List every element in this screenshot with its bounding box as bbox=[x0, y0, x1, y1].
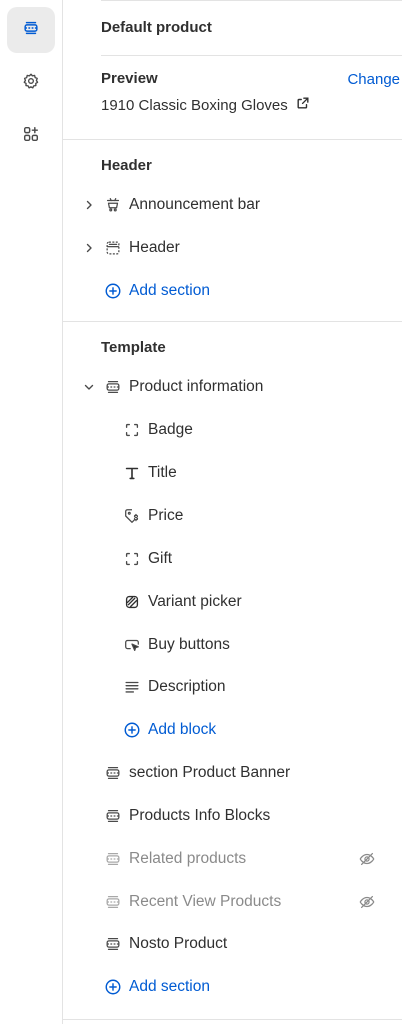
section-label: Related products bbox=[129, 850, 247, 867]
chevron-right-icon[interactable] bbox=[83, 199, 95, 211]
section-label: Products Info Blocks bbox=[129, 807, 271, 824]
icon-rail bbox=[0, 0, 63, 1024]
sections-icon bbox=[22, 19, 40, 42]
block-badge[interactable]: Badge bbox=[63, 410, 406, 450]
top-divider bbox=[101, 0, 402, 1]
variant-icon bbox=[123, 593, 141, 611]
header-section-icon bbox=[104, 239, 122, 257]
section-icon bbox=[104, 893, 122, 911]
sections-rail-button[interactable] bbox=[7, 7, 55, 53]
block-variant-picker[interactable]: Variant picker bbox=[63, 582, 406, 622]
section-icon bbox=[104, 764, 122, 782]
section-products-info-blocks[interactable]: Products Info Blocks bbox=[63, 796, 406, 836]
gear-icon bbox=[22, 72, 40, 95]
section-header[interactable]: Header bbox=[63, 228, 406, 268]
section-label: Header bbox=[129, 239, 180, 256]
chevron-down-icon[interactable] bbox=[83, 381, 95, 393]
plus-circle-icon bbox=[123, 721, 141, 739]
change-preview-link[interactable]: Change bbox=[347, 71, 400, 88]
section-label: Announcement bar bbox=[129, 196, 260, 213]
dashed-square-icon bbox=[123, 421, 141, 439]
block-label: Variant picker bbox=[148, 593, 242, 610]
divider bbox=[101, 55, 402, 56]
preview-label: Preview bbox=[101, 70, 158, 87]
template-group-title: Template bbox=[101, 339, 166, 356]
section-label: Product information bbox=[129, 378, 264, 395]
section-icon bbox=[104, 807, 122, 825]
section-recent-view-products[interactable]: Recent View Products bbox=[63, 882, 406, 922]
block-label: Badge bbox=[148, 421, 193, 438]
plus-circle-icon bbox=[104, 978, 122, 996]
eye-hidden-icon[interactable] bbox=[358, 893, 376, 911]
page-title: Default product bbox=[101, 19, 212, 36]
add-block-button[interactable]: Add block bbox=[63, 710, 406, 750]
divider bbox=[63, 321, 402, 322]
eye-hidden-icon[interactable] bbox=[358, 850, 376, 868]
add-section-label: Add section bbox=[129, 978, 210, 995]
apps-rail-button[interactable] bbox=[7, 113, 55, 159]
preview-product-name: 1910 Classic Boxing Gloves bbox=[101, 96, 288, 114]
add-block-label: Add block bbox=[148, 721, 217, 738]
add-section-template-button[interactable]: Add section bbox=[63, 967, 406, 1007]
add-section-header-button[interactable]: Add section bbox=[63, 271, 406, 311]
block-buy-buttons[interactable]: Buy buttons bbox=[63, 625, 406, 665]
header-group-title: Header bbox=[101, 157, 152, 174]
block-label: Gift bbox=[148, 550, 173, 567]
section-nosto-product[interactable]: Nosto Product bbox=[63, 924, 406, 964]
section-label: Recent View Products bbox=[129, 893, 282, 910]
chevron-right-icon[interactable] bbox=[83, 242, 95, 254]
text-title-icon bbox=[123, 464, 141, 482]
section-announcement-bar[interactable]: Announcement bar bbox=[63, 185, 406, 225]
external-link-icon[interactable] bbox=[296, 96, 310, 114]
section-product-banner[interactable]: section Product Banner bbox=[63, 753, 406, 793]
section-icon bbox=[104, 935, 122, 953]
block-label: Price bbox=[148, 507, 184, 524]
block-title[interactable]: Title bbox=[63, 453, 406, 493]
section-product-information[interactable]: Product information bbox=[63, 367, 406, 407]
section-related-products[interactable]: Related products bbox=[63, 839, 406, 879]
section-icon bbox=[104, 378, 122, 396]
section-icon bbox=[104, 850, 122, 868]
text-lines-icon bbox=[123, 678, 141, 696]
dashed-square-icon bbox=[123, 550, 141, 568]
block-label: Buy buttons bbox=[148, 636, 230, 653]
sections-panel: Default product Preview Change 1910 Clas… bbox=[63, 0, 406, 1024]
settings-rail-button[interactable] bbox=[7, 60, 55, 106]
block-label: Description bbox=[148, 678, 226, 695]
section-label: section Product Banner bbox=[129, 764, 291, 781]
announcement-icon bbox=[104, 196, 122, 214]
section-label: Nosto Product bbox=[129, 935, 228, 952]
block-price[interactable]: Price bbox=[63, 496, 406, 536]
price-tag-icon bbox=[123, 507, 141, 525]
block-label: Title bbox=[148, 464, 177, 481]
plus-circle-icon bbox=[104, 282, 122, 300]
cursor-click-icon bbox=[123, 636, 141, 654]
apps-plus-icon bbox=[22, 125, 40, 148]
divider bbox=[63, 139, 402, 140]
divider bbox=[63, 1019, 402, 1020]
block-description[interactable]: Description bbox=[63, 667, 406, 707]
preview-product[interactable]: 1910 Classic Boxing Gloves bbox=[101, 96, 310, 114]
add-section-label: Add section bbox=[129, 282, 210, 299]
block-gift[interactable]: Gift bbox=[63, 539, 406, 579]
